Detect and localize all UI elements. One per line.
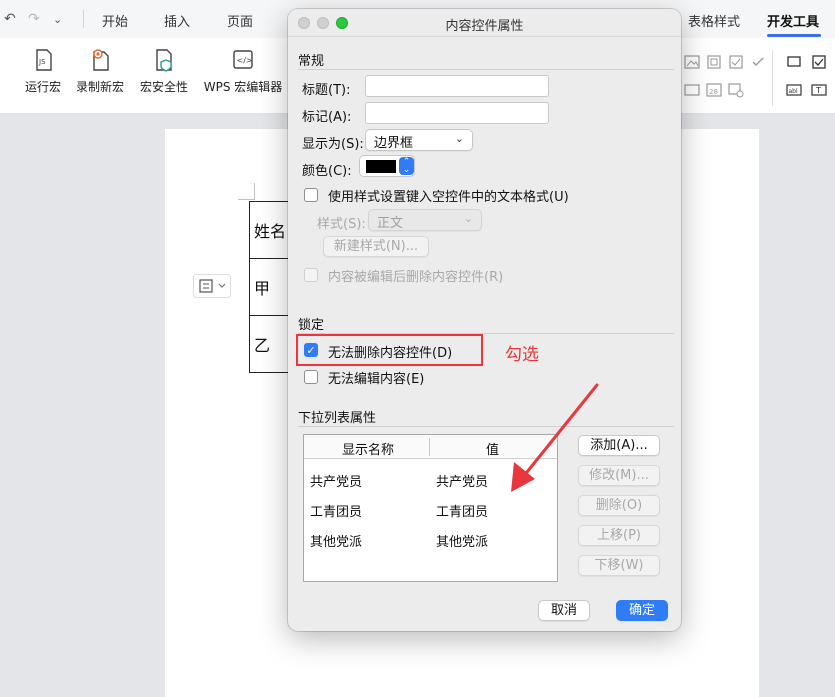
form-field-icon[interactable]	[786, 54, 802, 70]
content-control-icon	[199, 279, 226, 293]
text-field-icon[interactable]: abl	[786, 82, 802, 98]
display-name-column-header[interactable]: 显示名称	[342, 439, 394, 458]
wps-macro-editor-icon: </>	[233, 50, 253, 69]
use-style-checkbox[interactable]	[304, 188, 318, 202]
checkbox-control-icon[interactable]	[728, 54, 744, 70]
style-value: 正文	[377, 216, 404, 231]
modify-item-button[interactable]: 修改(M)...	[578, 465, 660, 486]
record-macro-button[interactable]: 录制新宏	[73, 48, 127, 95]
margin-mark	[254, 183, 255, 200]
cannot-edit-checkbox[interactable]	[304, 370, 318, 384]
run-macro-button[interactable]: JS 运行宏	[22, 48, 64, 95]
svg-text:T: T	[815, 86, 821, 95]
ok-button[interactable]: 确定	[616, 600, 668, 621]
wps-macro-editor-button[interactable]: </> WPS 宏编辑器	[200, 48, 286, 95]
list-header: 显示名称 值	[304, 435, 557, 459]
image-control-icon[interactable]	[684, 54, 700, 70]
tab-separator	[83, 10, 84, 28]
content-control-properties-dialog: 内容控件属性 常规 标题(T): 标记(A): 显示为(S): 边界框 ⌄ 颜色…	[288, 9, 681, 631]
annotation-highlight-box	[296, 334, 483, 366]
chevron-down-icon: ⌄	[463, 212, 473, 225]
active-tab-indicator	[767, 34, 821, 37]
combo-box-icon[interactable]	[728, 82, 744, 98]
color-label: 颜色(C):	[302, 164, 352, 179]
tab-developer[interactable]: 开发工具	[767, 11, 819, 30]
margin-mark	[238, 199, 254, 200]
tag-label: 标记(A):	[302, 110, 352, 125]
general-section-title: 常规	[298, 54, 325, 69]
style-select[interactable]: 正文 ⌄	[368, 209, 482, 231]
svg-text:abl: abl	[789, 88, 798, 95]
style-label: 样式(S):	[317, 217, 366, 232]
new-style-button[interactable]: 新建样式(N)...	[323, 236, 429, 257]
color-swatch	[366, 160, 396, 173]
remove-after-edit-label: 内容被编辑后删除内容控件(R)	[328, 270, 504, 285]
table-cell[interactable]: 乙	[249, 315, 289, 373]
table-cell[interactable]: 姓名	[249, 201, 289, 259]
date-picker-icon[interactable]: 28	[706, 82, 722, 98]
section-divider	[298, 69, 674, 70]
move-down-button[interactable]: 下移(W)	[578, 555, 660, 576]
svg-text:</>: </>	[237, 56, 253, 65]
list-item[interactable]: 其他党派 其他党派	[304, 523, 557, 553]
macro-security-button[interactable]: 宏安全性	[137, 48, 191, 95]
dropdown-section-title: 下拉列表属性	[298, 411, 377, 426]
show-as-label: 显示为(S):	[302, 137, 364, 152]
title-input[interactable]	[365, 75, 549, 97]
color-stepper-icon: ⌃ ⌄	[399, 157, 414, 175]
svg-text:JS: JS	[38, 58, 46, 66]
column-separator	[429, 438, 430, 456]
toolbar-separator	[772, 50, 773, 106]
add-item-button[interactable]: 添加(A)...	[578, 435, 660, 456]
list-item[interactable]: 工青团员 工青团员	[304, 493, 557, 523]
document-table[interactable]: 姓名 甲 乙	[249, 201, 289, 373]
building-block-icon[interactable]	[706, 54, 722, 70]
color-picker[interactable]: ⌃ ⌄	[359, 155, 415, 177]
macro-security-icon	[156, 49, 172, 72]
check-mark-icon[interactable]	[750, 54, 766, 70]
dialog-titlebar: 内容控件属性	[288, 9, 681, 37]
tab-home[interactable]: 开始	[102, 11, 128, 30]
show-as-value: 边界框	[374, 136, 414, 151]
use-style-label: 使用样式设置键入空控件中的文本格式(U)	[328, 190, 569, 205]
delete-item-button[interactable]: 删除(O)	[578, 495, 660, 516]
remove-after-edit-checkbox[interactable]	[304, 268, 318, 282]
tag-input[interactable]	[365, 102, 549, 124]
show-as-select[interactable]: 边界框 ⌄	[365, 129, 473, 151]
tab-table-style[interactable]: 表格样式	[688, 11, 740, 30]
undo-icon[interactable]: ↶	[4, 11, 16, 27]
content-control-handle[interactable]	[193, 274, 231, 298]
table-cell[interactable]: 甲	[249, 258, 289, 316]
legacy-tools-icon[interactable]	[684, 82, 700, 98]
record-macro-icon	[93, 49, 109, 71]
dropdown-items-list[interactable]: 显示名称 值 共产党员 共产党员 工青团员 工青团员 其他党派 其他党派	[303, 434, 558, 582]
check-box-field-icon[interactable]	[811, 54, 827, 70]
title-label: 标题(T):	[302, 83, 351, 98]
text-box-icon[interactable]: T	[811, 82, 827, 98]
list-item[interactable]: 共产党员 共产党员	[304, 463, 557, 493]
cancel-button[interactable]: 取消	[538, 600, 590, 621]
chevron-down-icon: ⌄	[454, 132, 464, 145]
dialog-title: 内容控件属性	[445, 19, 524, 34]
tab-page[interactable]: 页面	[227, 11, 253, 30]
lock-section-title: 锁定	[298, 318, 325, 333]
tab-insert[interactable]: 插入	[164, 11, 190, 30]
run-macro-icon: JS	[36, 49, 52, 71]
move-up-button[interactable]: 上移(P)	[578, 525, 660, 546]
section-divider	[298, 426, 674, 427]
redo-icon[interactable]: ↷	[28, 11, 40, 27]
value-column-header[interactable]: 值	[486, 439, 499, 458]
cannot-edit-label: 无法编辑内容(E)	[328, 372, 425, 387]
svg-text:28: 28	[709, 88, 718, 96]
quick-access-dropdown-icon[interactable]: ⌄	[53, 13, 62, 26]
annotation-label: 勾选	[505, 345, 539, 365]
